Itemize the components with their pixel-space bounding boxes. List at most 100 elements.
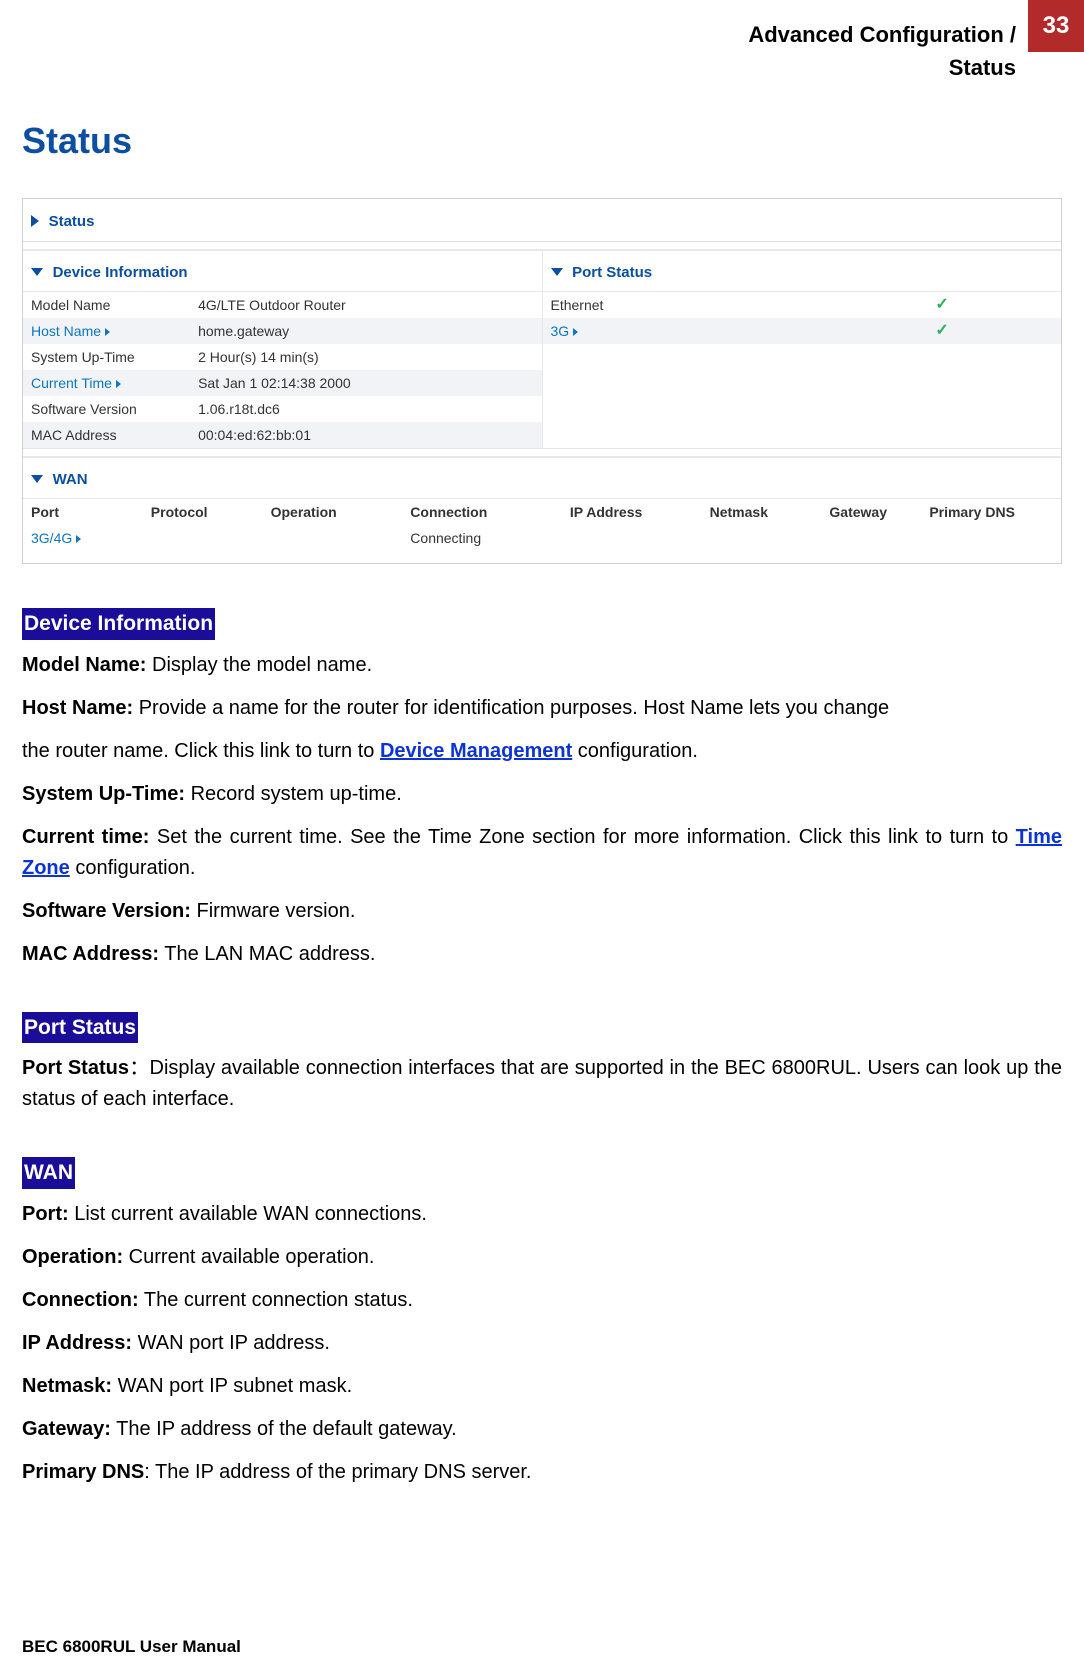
di-k-link[interactable]: Current Time [23, 373, 194, 394]
b: System Up-Time: [22, 783, 185, 805]
di-v: 00:04:ed:62:bb:01 [194, 425, 541, 446]
p-model-name: Model Name: Display the model name. [22, 650, 1062, 681]
p-mac: MAC Address: The LAN MAC address. [22, 939, 1062, 970]
p-host-name-1: Host Name: Provide a name for the router… [22, 693, 1062, 724]
ss-spacer [23, 242, 1061, 250]
ss-title: Status [49, 213, 95, 230]
di-k: Model Name [23, 295, 194, 316]
di-row-sw: Software Version1.06.r18t.dc6 [23, 396, 542, 422]
b: IP Address: [22, 1332, 138, 1354]
page-header: Advanced Configuration / Status 33 [22, 18, 1062, 84]
b: MAC Address: [22, 943, 159, 965]
wan-conn: Connecting [402, 528, 562, 549]
link-arrow-icon [116, 380, 121, 388]
p-current-time: Current time: Set the current time. See … [22, 822, 1062, 884]
ps-k-link[interactable]: 3G [543, 321, 932, 342]
header-line1: Advanced Configuration / [748, 18, 1016, 51]
di-v: Sat Jan 1 02:14:38 2000 [194, 373, 541, 394]
section-label-wan: WAN [22, 1157, 75, 1189]
ss-title-bar: Status [23, 199, 1061, 242]
link-arrow-icon [105, 328, 110, 336]
di-k: MAC Address [23, 425, 194, 446]
t: configuration. [572, 740, 698, 762]
device-info-header-text: Device Information [53, 264, 188, 281]
link-arrow-icon [573, 328, 578, 336]
b: Connection: [22, 1289, 139, 1311]
wan-col-operation: Operation [263, 502, 403, 523]
p-wan-op: Operation: Current available operation. [22, 1242, 1062, 1273]
di-row-mac: MAC Address00:04:ed:62:bb:01 [23, 422, 542, 448]
b: Operation: [22, 1246, 123, 1268]
t: The IP address of the default gateway. [111, 1418, 457, 1440]
port-status-header: Port Status [543, 251, 1062, 292]
p-wan-gw: Gateway: The IP address of the default g… [22, 1414, 1062, 1445]
wan-col-port: Port [23, 502, 143, 523]
footer: BEC 6800RUL User Manual [22, 1634, 241, 1660]
b: Netmask: [22, 1375, 112, 1397]
device-management-link[interactable]: Device Management [380, 740, 572, 762]
di-v: 1.06.r18t.dc6 [194, 399, 541, 420]
section-label-port-status: Port Status [22, 1012, 138, 1044]
port-status-header-text: Port Status [572, 264, 652, 281]
wan-col-protocol: Protocol [143, 502, 263, 523]
t: configuration. [70, 857, 196, 879]
di-k-text: Current Time [31, 375, 112, 391]
b: Host Name: [22, 697, 133, 719]
t: WAN port IP subnet mask. [112, 1375, 352, 1397]
t: The current connection status. [139, 1289, 413, 1311]
device-info-header: Device Information [23, 251, 542, 292]
t: ：Display available connection interfaces… [22, 1057, 1062, 1110]
p-sys-up: System Up-Time: Record system up-time. [22, 779, 1062, 810]
chevron-down-icon [551, 268, 563, 276]
di-k: Software Version [23, 399, 194, 420]
t: The LAN MAC address. [159, 943, 375, 965]
port-status-panel: Port Status Ethernet✓ 3G✓ [543, 251, 1062, 448]
di-k-text: Host Name [31, 323, 101, 339]
p-sw: Software Version: Firmware version. [22, 896, 1062, 927]
b: Gateway: [22, 1418, 111, 1440]
di-row-host: Host Namehome.gateway [23, 318, 542, 344]
wan-col-connection: Connection [402, 502, 562, 523]
t: Set the current time. See the Time Zone … [149, 826, 1015, 848]
wan-port-link[interactable]: 3G/4G [23, 528, 143, 549]
check-icon: ✓ [931, 319, 1061, 343]
b: Primary DNS [22, 1461, 144, 1483]
p-wan-net: Netmask: WAN port IP subnet mask. [22, 1371, 1062, 1402]
b: Port: [22, 1203, 69, 1225]
wan-port-text: 3G/4G [31, 530, 72, 546]
p-wan-dns: Primary DNS: The IP address of the prima… [22, 1457, 1062, 1488]
t: List current available WAN connections. [69, 1203, 427, 1225]
chevron-down-icon [31, 475, 43, 483]
ps-k: Ethernet [543, 295, 932, 316]
di-row-time: Current Time Sat Jan 1 02:14:38 2000 [23, 370, 542, 396]
wan-col-ip: IP Address [562, 502, 702, 523]
t: : The IP address of the primary DNS serv… [144, 1461, 531, 1483]
di-row-model: Model Name4G/LTE Outdoor Router [23, 292, 542, 318]
t: the router name. Click this link to turn… [22, 740, 380, 762]
b: Software Version: [22, 900, 191, 922]
chevron-down-icon [31, 268, 43, 276]
section-label-device-info: Device Information [22, 608, 215, 640]
device-info-panel: Device Information Model Name4G/LTE Outd… [23, 251, 543, 448]
di-k-link[interactable]: Host Name [23, 321, 194, 342]
ps-row-3g: 3G ✓ [543, 318, 1062, 344]
t: Provide a name for the router for identi… [133, 697, 889, 719]
ps-k-text: 3G [551, 323, 570, 339]
p-port-status: Port Status：Display available connection… [22, 1053, 1062, 1115]
wan-col-headers: Port Protocol Operation Connection IP Ad… [23, 499, 1061, 525]
b: Current time: [22, 826, 149, 848]
p-host-name-2: the router name. Click this link to turn… [22, 736, 1062, 767]
wan-col-gateway: Gateway [821, 502, 921, 523]
b: Port Status [22, 1057, 129, 1079]
link-arrow-icon [76, 535, 81, 543]
b: Model Name: [22, 654, 146, 676]
triangle-icon [31, 215, 39, 227]
t: Display the model name. [146, 654, 372, 676]
header-breadcrumb: Advanced Configuration / Status [748, 18, 1016, 84]
wan-data-row: 3G/4G Connecting [23, 525, 1061, 551]
page-number-badge: 33 [1028, 0, 1084, 52]
check-icon: ✓ [931, 293, 1061, 317]
t: Current available operation. [123, 1246, 374, 1268]
p-wan-ip: IP Address: WAN port IP address. [22, 1328, 1062, 1359]
t: Record system up-time. [185, 783, 402, 805]
